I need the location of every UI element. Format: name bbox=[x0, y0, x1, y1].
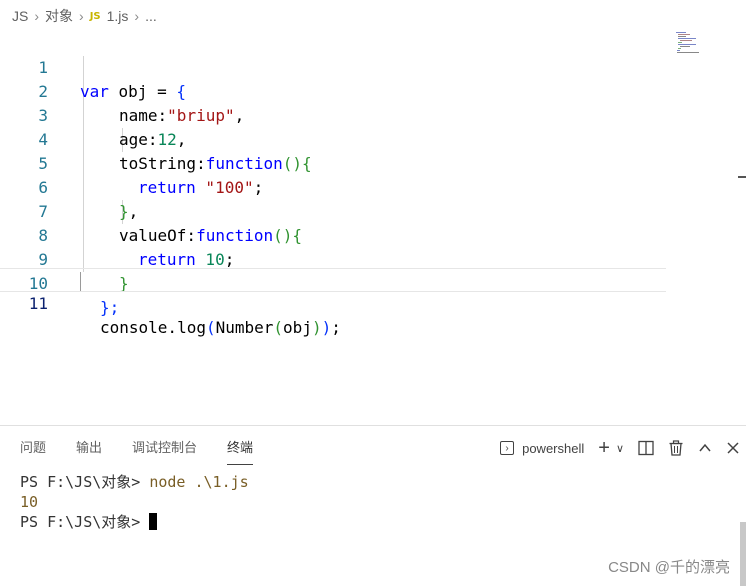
breadcrumb-more[interactable]: ... bbox=[145, 8, 157, 24]
code-editor[interactable]: 1 var obj = { 2 name:"briup", 3 age:12, … bbox=[0, 32, 746, 425]
terminal-line: PS F:\JS\对象> node .\1.js bbox=[20, 473, 249, 491]
code-line-1: 1 var obj = { bbox=[0, 32, 666, 101]
terminal-selector[interactable]: › powershell bbox=[500, 441, 584, 456]
bottom-panel: 问题 输出 调试控制台 终端 › powershell + ∨ PS F:\JS… bbox=[0, 425, 746, 586]
minimap[interactable] bbox=[674, 32, 702, 56]
panel-actions: › powershell + ∨ bbox=[486, 436, 740, 460]
chevron-down-icon: ∨ bbox=[615, 442, 624, 455]
plus-icon: + bbox=[598, 437, 610, 459]
minimap-line bbox=[676, 32, 686, 33]
watermark: CSDN @千的漂亮 bbox=[608, 559, 730, 576]
panel-tabs: 问题 输出 调试控制台 终端 bbox=[20, 436, 283, 465]
code-line-11: 11 console.log(Number(obj)); bbox=[0, 268, 666, 337]
minimap-line bbox=[678, 34, 690, 35]
code-line-5: 5 return "100"; bbox=[0, 128, 666, 197]
tab-problems[interactable]: 问题 bbox=[20, 436, 46, 464]
split-terminal-button[interactable] bbox=[638, 440, 654, 456]
split-icon bbox=[638, 440, 654, 456]
new-terminal-button[interactable]: + ∨ bbox=[598, 437, 624, 459]
close-panel-button[interactable] bbox=[726, 441, 740, 455]
terminal-scrollbar[interactable] bbox=[740, 522, 746, 586]
terminal-output[interactable]: PS F:\JS\对象> node .\1.js 10 PS F:\JS\对象> bbox=[20, 472, 249, 532]
terminal-line: PS F:\JS\对象> bbox=[20, 512, 249, 532]
code-line-7: 7 valueOf:function(){ bbox=[0, 176, 666, 245]
code-line-8: 8 return 10; bbox=[0, 200, 666, 269]
shell-name: powershell bbox=[522, 440, 585, 456]
code-line-9: 9 } bbox=[0, 224, 666, 293]
tab-debug-console[interactable]: 调试控制台 bbox=[132, 436, 197, 464]
trash-icon bbox=[669, 440, 683, 456]
minimap-line bbox=[677, 50, 680, 51]
minimap-line bbox=[677, 52, 699, 53]
minimap-line bbox=[678, 42, 682, 43]
close-icon bbox=[727, 442, 739, 454]
minimap-line bbox=[678, 38, 696, 39]
minimap-line bbox=[680, 40, 692, 41]
code-line-3: 3 age:12, bbox=[0, 80, 666, 149]
minimap-line bbox=[678, 44, 696, 45]
terminal-cursor bbox=[149, 513, 158, 530]
chevron-right-icon: › bbox=[134, 8, 140, 24]
code-line-2: 2 name:"briup", bbox=[0, 56, 666, 125]
code-line-6: 6 }, bbox=[0, 152, 666, 221]
terminal-line: 10 bbox=[20, 493, 39, 511]
minimap-line bbox=[678, 36, 686, 37]
javascript-file-icon: JS bbox=[89, 10, 101, 22]
chevron-right-icon: › bbox=[79, 8, 84, 24]
chevron-up-icon bbox=[699, 443, 711, 452]
breadcrumb: JS › 对象 › JS 1.js › ... bbox=[0, 0, 746, 32]
scrollbar-marker bbox=[738, 176, 746, 178]
chevron-right-icon: › bbox=[34, 8, 40, 24]
minimap-line bbox=[678, 48, 681, 49]
line-number: 11 bbox=[28, 294, 48, 313]
kill-terminal-button[interactable] bbox=[668, 440, 684, 456]
breadcrumb-file[interactable]: 1.js bbox=[107, 8, 129, 24]
terminal-icon: › bbox=[500, 441, 515, 455]
maximize-panel-button[interactable] bbox=[698, 441, 712, 455]
code-content: console.log(Number(obj)); bbox=[100, 318, 341, 337]
tab-terminal[interactable]: 终端 bbox=[227, 436, 254, 465]
minimap-line bbox=[680, 46, 690, 47]
breadcrumb-folder-object[interactable]: 对象 bbox=[45, 6, 73, 26]
code-line-4: 4 toString:function(){ bbox=[0, 104, 666, 173]
tab-output[interactable]: 输出 bbox=[76, 436, 102, 464]
breadcrumb-folder-js[interactable]: JS bbox=[12, 8, 28, 24]
